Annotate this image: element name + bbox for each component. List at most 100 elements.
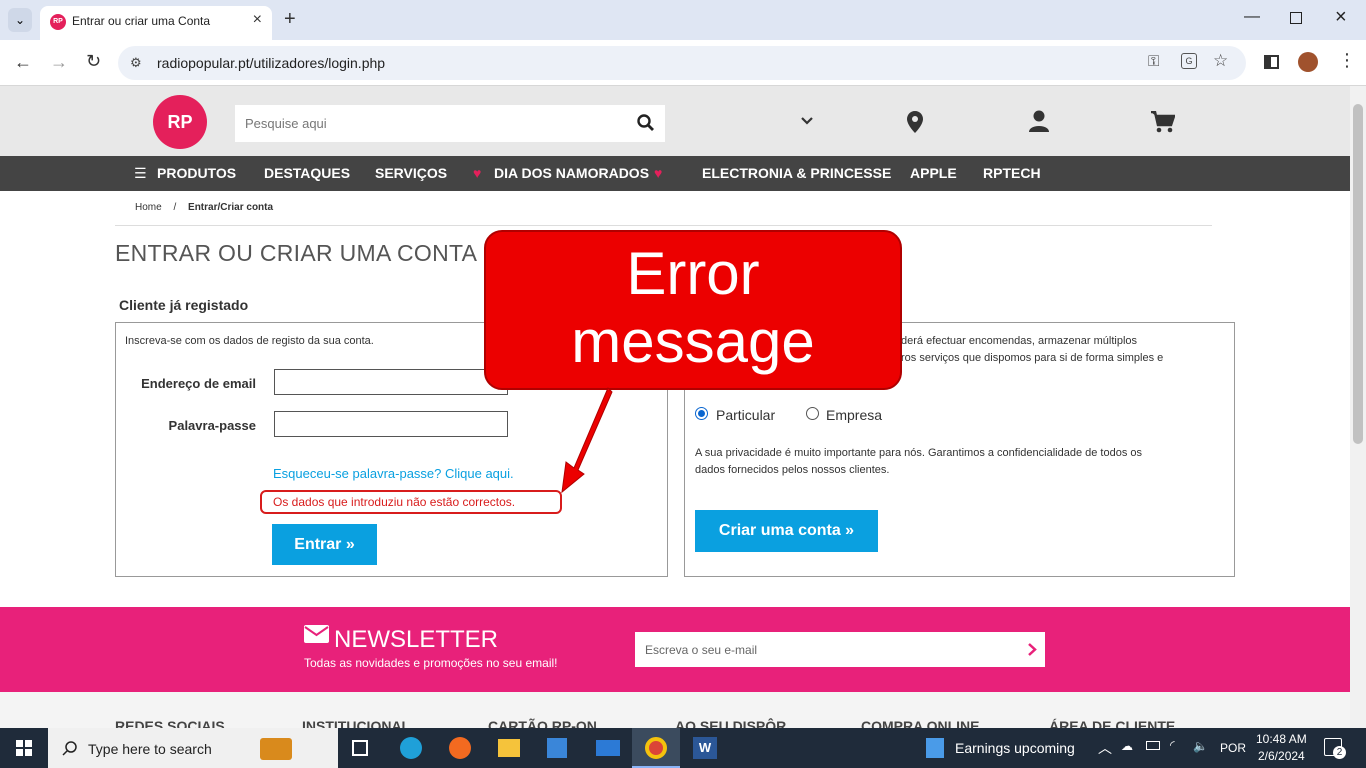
footer-ao-seu-dispor: AO SEU DISPÔR (675, 718, 787, 728)
windows-start-icon[interactable] (16, 740, 32, 756)
radio-dot (698, 410, 705, 417)
side-panel-icon[interactable] (1264, 55, 1279, 69)
word-icon[interactable]: W (693, 737, 717, 759)
clock-date[interactable]: 2/6/2024 (1258, 749, 1305, 763)
error-callout: Error message (484, 230, 902, 390)
main-nav: ☰ PRODUTOS DESTAQUES SERVIÇOS ♥ DIA DOS … (0, 156, 1350, 191)
bookmark-star-icon[interactable]: ☆ (1213, 51, 1228, 71)
envelope-icon (304, 625, 329, 643)
particular-label[interactable]: Particular (716, 407, 775, 423)
taskbar-search[interactable]: Type here to search (48, 728, 338, 768)
callout-arrow (561, 387, 613, 494)
nav-dia-dos-namorados[interactable]: DIA DOS NAMORADOS (494, 165, 649, 181)
login-section-title: Cliente já registado (119, 297, 249, 313)
taskbar-search-text: Type here to search (88, 741, 212, 757)
newsletter-title: NEWSLETTER (334, 626, 499, 653)
mail-icon[interactable] (596, 740, 620, 756)
tab-list-button[interactable]: ⌄ (8, 8, 32, 32)
heart-icon: ♥ (654, 165, 663, 181)
earnings-widget-text[interactable]: Earnings upcoming (955, 740, 1075, 756)
site-header: RP Pesquise aqui (0, 86, 1350, 156)
address-bar[interactable]: ⚙ radiopopular.pt/utilizadores/login.php… (118, 46, 1246, 80)
search-box[interactable]: Pesquise aqui (235, 105, 665, 142)
chrome-app-active[interactable] (632, 728, 680, 768)
profile-avatar[interactable] (1298, 52, 1318, 72)
file-explorer-icon[interactable] (498, 739, 520, 757)
forward-arrow-icon[interactable]: → (50, 52, 68, 73)
footer-redes-sociais: REDES SOCIAIS (115, 718, 225, 728)
privacy-text: A sua privacidade é muito importante par… (695, 447, 1142, 459)
create-account-button[interactable]: Criar uma conta » (695, 510, 878, 552)
tab-bar: ⌄ RP Entrar ou criar uma Conta × + — × (0, 0, 1366, 40)
register-intro-line2: ros serviços que dispomos para si de for… (901, 352, 1164, 364)
chrome-icon (645, 737, 667, 759)
site-info-icon[interactable]: ⚙ (130, 55, 142, 71)
password-label: Palavra-passe (168, 418, 256, 433)
password-key-icon[interactable]: ⚿ (1148, 53, 1159, 70)
heart-icon: ♥ (473, 165, 482, 181)
forgot-password-link[interactable]: Esqueceu-se palavra-passe? Clique aqui. (273, 466, 514, 481)
footer-cartao: CARTÃO RP-ON (488, 718, 597, 728)
email-field[interactable] (274, 369, 508, 395)
language-indicator[interactable]: POR (1220, 741, 1246, 755)
radio-empresa[interactable] (806, 407, 819, 420)
breadcrumb: Home / Entrar/Criar conta (135, 202, 273, 213)
translate-icon[interactable]: G (1181, 53, 1197, 69)
close-window-button[interactable]: × (1335, 6, 1347, 29)
email-label: Endereço de email (141, 376, 256, 391)
page-scrollbar[interactable] (1350, 86, 1366, 728)
windows-taskbar: Type here to search W Earnings upcoming … (0, 728, 1366, 768)
chevron-right-icon[interactable] (1027, 642, 1037, 657)
store-icon[interactable] (547, 738, 567, 758)
radio-particular[interactable] (695, 407, 708, 420)
breadcrumb-separator: / (173, 202, 177, 213)
minimize-button[interactable]: — (1244, 8, 1260, 26)
battery-icon[interactable] (1146, 741, 1160, 750)
search-input[interactable]: Pesquise aqui (245, 116, 327, 131)
scrollbar-thumb[interactable] (1353, 104, 1363, 444)
new-tab-button[interactable]: + (284, 8, 296, 31)
earnings-widget-icon[interactable] (926, 738, 944, 758)
briefcase-icon (260, 738, 292, 760)
footer-institucional: INSTITUCIONAL (302, 718, 411, 728)
register-intro-line1: derá efectuar encomendas, armazenar múlt… (901, 335, 1138, 347)
callout-line1: Error (626, 240, 760, 307)
volume-icon[interactable]: 🔈 (1193, 739, 1208, 753)
edge-icon[interactable] (400, 737, 422, 759)
error-message: Os dados que introduziu não estão correc… (260, 490, 562, 514)
nav-apple[interactable]: APPLE (910, 165, 957, 181)
menu-icon[interactable]: ☰ (134, 165, 147, 182)
close-tab-icon[interactable]: × (253, 11, 262, 29)
search-icon (62, 741, 77, 756)
menu-dots-icon[interactable]: ⋮ (1338, 50, 1356, 71)
nav-destaques[interactable]: DESTAQUES (264, 165, 350, 181)
newsletter-email-input[interactable]: Escreva o seu e-mail (635, 632, 1045, 667)
location-pin-icon[interactable] (906, 111, 924, 133)
back-arrow-icon[interactable]: ← (14, 52, 32, 73)
nav-electronia[interactable]: ELECTRONIA & PRINCESSE (702, 165, 891, 181)
restore-button[interactable] (1290, 12, 1302, 24)
show-hidden-icons[interactable]: ︿ (1098, 738, 1112, 758)
clock-time[interactable]: 10:48 AM (1256, 732, 1307, 746)
privacy-text-2: dados fornecidos pelos nossos clientes. (695, 464, 890, 476)
empresa-label[interactable]: Empresa (826, 407, 882, 423)
web-page: RP Pesquise aqui ☰ PRODUTOS DESTAQUES SE… (0, 86, 1350, 728)
chevron-down-icon[interactable] (800, 116, 814, 126)
active-tab[interactable]: RP Entrar ou criar uma Conta × (40, 6, 272, 40)
task-view-icon[interactable] (352, 740, 368, 756)
nav-servicos[interactable]: SERVIÇOS (375, 165, 447, 181)
firefox-icon[interactable] (449, 737, 471, 759)
wifi-icon[interactable]: ◜ (1170, 738, 1175, 752)
breadcrumb-home[interactable]: Home (135, 202, 162, 213)
cart-icon[interactable] (1151, 111, 1175, 133)
callout-line2: message (571, 308, 815, 375)
user-account-icon[interactable] (1028, 110, 1050, 132)
password-field[interactable] (274, 411, 508, 437)
network-alert-icon[interactable]: ☁ (1121, 739, 1133, 753)
nav-produtos[interactable]: PRODUTOS (157, 165, 236, 181)
search-icon[interactable] (637, 114, 655, 132)
reload-icon[interactable]: ↻ (86, 51, 101, 72)
login-button[interactable]: Entrar » (272, 524, 377, 565)
site-logo[interactable]: RP (156, 98, 204, 146)
nav-rptech[interactable]: RPTECH (983, 165, 1041, 181)
